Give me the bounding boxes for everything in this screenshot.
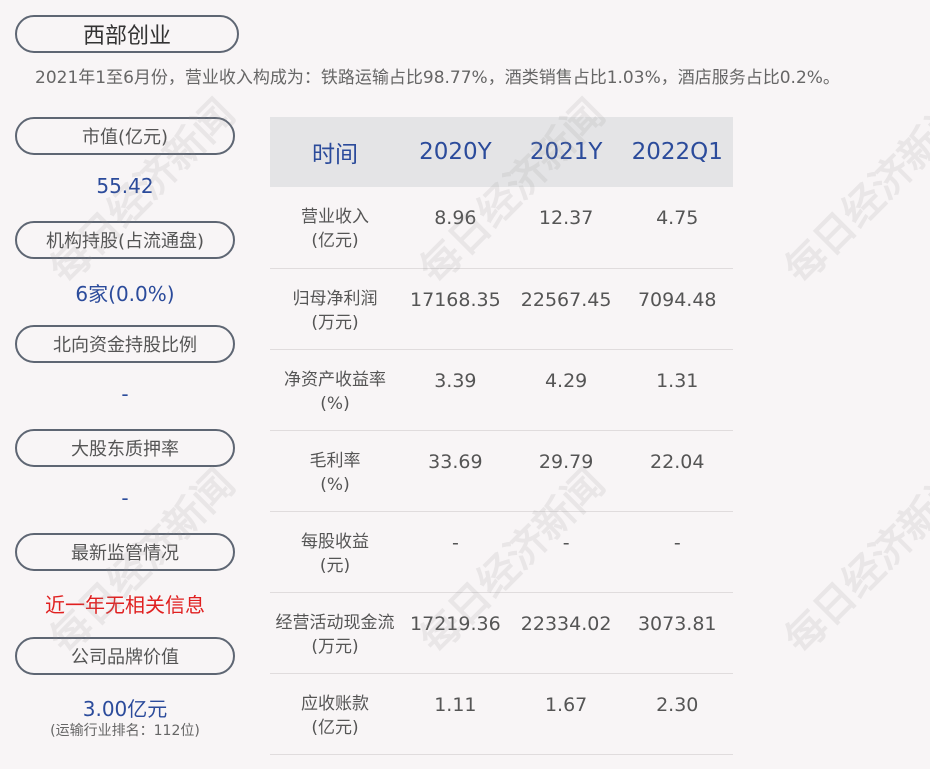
institution-holding-label: 机构持股(占流通盘) (15, 221, 235, 259)
row-label-name: 营业收入 (301, 207, 369, 227)
row-label-name: 毛利率 (309, 450, 361, 471)
cell-value: 22334.02 (510, 592, 622, 674)
cell-value: 4.75 (621, 187, 733, 269)
watermark: 每日经济新闻 (776, 460, 930, 663)
pledge-label: 大股东质押率 (15, 429, 235, 467)
row-label-name: 净资产收益率 (284, 369, 386, 390)
row-label: 净资产收益率 (%) (270, 349, 400, 431)
company-title: 西部创业 (15, 15, 239, 53)
cell-value: 17168.35 (400, 268, 511, 350)
pledge-value: - (121, 486, 129, 510)
cell-value: 33.69 (400, 430, 511, 512)
cell-value: 22.04 (621, 430, 733, 512)
cell-value: 22567.45 (510, 268, 622, 350)
cell-value: 3073.81 (621, 592, 733, 674)
regulation-value: 近一年无相关信息 (45, 593, 205, 617)
table-row: 净资产收益率 (%) 3.39 4.29 1.31 (270, 349, 733, 431)
cell-value: 4.29 (510, 349, 622, 431)
cell-value: 2.30 (621, 673, 733, 755)
table-row: 经营活动现金流 (万元) 17219.36 22334.02 3073.81 (270, 592, 733, 674)
row-label-name: 归母净利润 (292, 288, 378, 309)
row-label-unit: (%) (320, 393, 350, 414)
header-2021: 2021Y (510, 117, 622, 187)
table-row: 营业收入 (亿元) 8.96 12.37 4.75 (270, 187, 733, 269)
row-label-unit: (%) (320, 474, 350, 495)
brand-value: 3.00亿元 (82, 697, 168, 721)
market-cap-label: 市值(亿元) (15, 117, 235, 155)
northbound-value: - (121, 382, 129, 406)
financial-table: 时间 2020Y 2021Y 2022Q1 营业收入 (亿元) 8.96 12.37 4… (270, 117, 733, 755)
header-time: 时间 (270, 117, 400, 187)
cell-value: 17219.36 (400, 592, 511, 674)
cell-value: 3.39 (400, 349, 511, 431)
table-row: 毛利率 (%) 33.69 29.79 22.04 (270, 430, 733, 512)
cell-value: 12.37 (510, 187, 622, 269)
table-row: 应收账款 (亿元) 1.11 1.67 2.30 (270, 673, 733, 755)
table-row: 归母净利润 (万元) 17168.35 22567.45 7094.48 (270, 268, 733, 350)
cell-value: - (510, 511, 622, 593)
header-2022q1: 2022Q1 (621, 117, 733, 187)
market-cap-value: 55.42 (96, 174, 154, 198)
watermark: 每日经济新闻 (776, 90, 930, 293)
header-2020: 2020Y (400, 117, 511, 187)
row-label-name: 每股收益 (301, 531, 369, 552)
row-label: 归母净利润 (万元) (270, 268, 400, 350)
northbound-label: 北向资金持股比例 (15, 325, 235, 363)
institution-holding-value: 6家(0.0%) (75, 282, 175, 306)
row-label-unit: (万元) (311, 636, 359, 657)
brand-value-label: 公司品牌价值 (15, 637, 235, 675)
row-label-unit: (亿元) (311, 717, 359, 738)
cell-value: 29.79 (510, 430, 622, 512)
cell-value: - (621, 511, 733, 593)
cell-value: 1.31 (621, 349, 733, 431)
row-label-name: 经营活动现金流 (275, 612, 395, 633)
cell-value: 7094.48 (621, 268, 733, 350)
row-label-unit: (万元) (311, 312, 359, 333)
row-label: 每股收益 (元) (270, 511, 400, 593)
row-label-name: 应收账款 (301, 693, 369, 714)
cell-value: 1.67 (510, 673, 622, 755)
brand-rank: (运输行业排名：112位) (50, 723, 200, 739)
table-row: 每股收益 (元) - - - (270, 511, 733, 593)
cell-value: 8.96 (400, 187, 511, 269)
cell-value: - (400, 511, 511, 593)
row-label: 营业收入 (亿元) (270, 187, 400, 269)
regulation-label: 最新监管情况 (15, 533, 235, 571)
row-label: 毛利率 (%) (270, 430, 400, 512)
row-label-unit: (元) (319, 555, 351, 576)
row-label: 经营活动现金流 (万元) (270, 592, 400, 674)
revenue-summary: 2021年1至6月份，营业收入构成为：铁路运输占比98.77%，酒类销售占比1.… (35, 68, 840, 88)
row-label-unit: (亿元) (311, 231, 359, 251)
cell-value: 1.11 (400, 673, 511, 755)
row-label: 应收账款 (亿元) (270, 673, 400, 755)
